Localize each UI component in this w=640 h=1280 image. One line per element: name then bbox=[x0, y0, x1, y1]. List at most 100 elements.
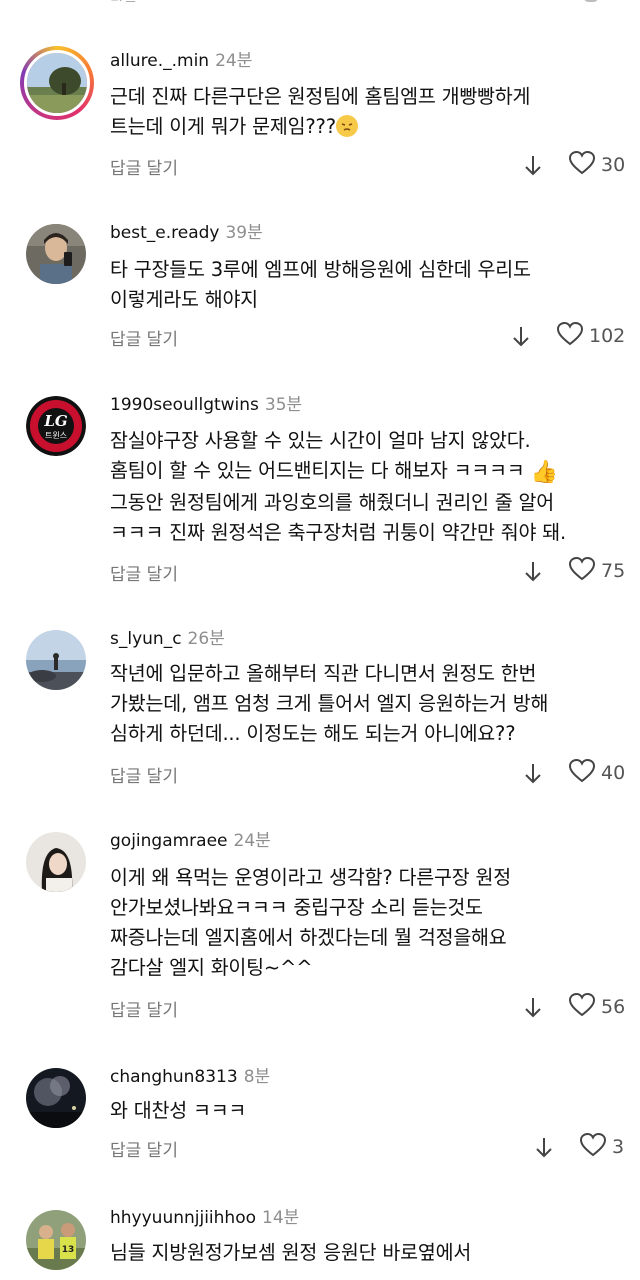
arrow-down-icon[interactable] bbox=[534, 1136, 554, 1160]
like-button[interactable]: 30 bbox=[568, 150, 626, 180]
comment-header: changhun8313 8분 bbox=[110, 1066, 270, 1088]
arrow-down-icon[interactable] bbox=[523, 154, 543, 178]
comment-line: 가봤는데, 앰프 엄청 크게 틀어서 엘지 응원하는거 방해 bbox=[110, 692, 549, 715]
timestamp: 14분 bbox=[262, 1208, 300, 1228]
like-button[interactable]: 40 bbox=[568, 758, 626, 788]
arrow-down-icon[interactable] bbox=[523, 996, 543, 1020]
like-button[interactable]: 75 bbox=[568, 556, 626, 586]
username[interactable]: changhun8313 bbox=[110, 1067, 238, 1087]
reply-button[interactable]: 답글 달기 bbox=[110, 1136, 178, 1161]
svg-text:13: 13 bbox=[62, 1245, 75, 1255]
timestamp: 8분 bbox=[243, 1067, 271, 1087]
comment-line-text: 트는데 이게 뭐가 문제임??? bbox=[110, 115, 336, 138]
comment-actions: 답글 달기 30 bbox=[110, 150, 630, 180]
comment-header: allure._.min 24분 bbox=[110, 50, 252, 72]
comment-text: 이게 왜 욕먹는 운영이라고 생각함? 다른구장 원정 안가보셨나봐요ㅋㅋㅋ 중… bbox=[110, 863, 630, 983]
timestamp: 24분 bbox=[215, 51, 253, 71]
username[interactable]: s_lyun_c bbox=[110, 629, 182, 649]
comment-line: 이렇게라도 해야지 bbox=[110, 288, 258, 311]
avatar[interactable]: LG 트윈스 bbox=[26, 396, 86, 456]
lg-twins-logo: LG 트윈스 bbox=[26, 396, 86, 456]
comment-header: hhyyuunnjjiihhoo 14분 bbox=[110, 1207, 299, 1229]
comment-header: best_e.ready 39분 bbox=[110, 222, 263, 244]
comment-line: 님들 지방원정가보셈 원정 응원단 바로옆에서 bbox=[110, 1241, 472, 1264]
seaside-photo bbox=[26, 630, 86, 690]
comment-line: 심하게 하던데... 이정도는 해도 되는거 아니에요?? bbox=[110, 722, 516, 745]
arrow-down-icon[interactable] bbox=[523, 560, 543, 584]
like-count: 75 bbox=[601, 560, 626, 582]
heart-icon bbox=[568, 992, 596, 1022]
username[interactable]: 1990seoullgtwins bbox=[110, 395, 259, 415]
heart-icon bbox=[579, 1132, 607, 1162]
comment-actions: 답글 달기 40 bbox=[110, 758, 630, 788]
username[interactable]: gojingamraee bbox=[110, 831, 228, 851]
baseball-kids-photo: 13 bbox=[26, 1210, 86, 1270]
arrow-down-icon[interactable] bbox=[523, 762, 543, 786]
like-count: 102 bbox=[589, 325, 626, 347]
like-button[interactable]: 102 bbox=[556, 321, 626, 351]
comment-header: gojingamraee 24분 bbox=[110, 830, 271, 852]
comment-line: 이게 왜 욕먹는 운영이라고 생각함? 다른구장 원정 bbox=[110, 866, 511, 889]
like-count: 30 bbox=[601, 154, 626, 176]
avatar[interactable] bbox=[20, 46, 94, 120]
comment-actions: 답글 달기 102 bbox=[110, 321, 630, 351]
previous-comment-remnant: 답글 달기 bbox=[0, 0, 640, 10]
like-button[interactable]: 3 bbox=[579, 1132, 625, 1162]
comment-text: 근데 진짜 다른구단은 원정팀에 홈팀엠프 개빵빵하게 트는데 이게 뭐가 문제… bbox=[110, 82, 630, 142]
avatar[interactable] bbox=[26, 224, 86, 284]
comment-line: ㅋㅋㅋ 진짜 원정석은 축구장처럼 귀퉁이 약간만 줘야 돼. bbox=[110, 521, 567, 544]
timestamp: 35분 bbox=[264, 395, 303, 415]
like-button[interactable]: 56 bbox=[568, 992, 626, 1022]
comment-actions: 답글 달기 3 bbox=[110, 1132, 630, 1162]
girl-portrait-photo bbox=[26, 832, 86, 892]
person-selfie-photo bbox=[26, 224, 86, 284]
thumbs-up-icon: 👍 bbox=[530, 460, 558, 485]
comment-line: 홈팀이 할 수 있는 어드밴티지는 다 해보자 ㅋㅋㅋㅋ 👍 bbox=[110, 456, 630, 488]
avatar[interactable]: 13 bbox=[26, 1210, 86, 1270]
reply-button[interactable]: 답글 달기 bbox=[110, 325, 178, 350]
reply-button[interactable]: 답글 달기 bbox=[110, 762, 178, 787]
timestamp: 39분 bbox=[225, 223, 263, 243]
comment-text: 타 구장들도 3루에 엠프에 방해응원에 심한데 우리도 이렇게라도 해야지 bbox=[110, 255, 630, 315]
comment-actions: 답글 달기 56 bbox=[110, 992, 630, 1022]
avatar[interactable] bbox=[26, 630, 86, 690]
username[interactable]: hhyyuunnjjiihhoo bbox=[110, 1208, 256, 1228]
username[interactable]: best_e.ready bbox=[110, 223, 219, 243]
night-blossom-photo bbox=[26, 1068, 86, 1128]
comment-line: 근데 진짜 다른구단은 원정팀에 홈팀엠프 개빵빵하게 bbox=[110, 85, 531, 108]
like-count: 56 bbox=[601, 996, 626, 1018]
timestamp: 24분 bbox=[233, 831, 271, 851]
comment-actions: 답글 달기 75 bbox=[110, 556, 630, 586]
comment-line: 감다살 엘지 화이팅~^^ bbox=[110, 956, 313, 979]
comment-text: 와 대찬성 ㅋㅋㅋ bbox=[110, 1096, 630, 1126]
avatar[interactable] bbox=[26, 832, 86, 892]
heart-icon bbox=[568, 150, 596, 180]
svg-text:LG: LG bbox=[43, 412, 68, 430]
comment-line-text: 홈팀이 할 수 있는 어드밴티지는 다 해보자 ㅋㅋㅋㅋ bbox=[110, 459, 525, 482]
reply-button[interactable]: 답글 달기 bbox=[110, 996, 178, 1021]
landscape-tree-photo bbox=[27, 53, 87, 113]
comment-text: 님들 지방원정가보셈 원정 응원단 바로옆에서 bbox=[110, 1238, 630, 1268]
username[interactable]: allure._.min bbox=[110, 51, 209, 71]
arrow-down-icon[interactable] bbox=[511, 325, 531, 349]
heart-icon[interactable] bbox=[583, 0, 599, 2]
heart-icon bbox=[568, 758, 596, 788]
reply-button[interactable]: 답글 달기 bbox=[110, 560, 178, 585]
like-count: 40 bbox=[601, 762, 626, 784]
comment-line: 트는데 이게 뭐가 문제임??? bbox=[110, 112, 630, 142]
heart-icon bbox=[556, 321, 584, 351]
reply-button[interactable]: 답글 달기 bbox=[110, 0, 146, 2]
reply-button[interactable]: 답글 달기 bbox=[110, 154, 178, 179]
like-count: 3 bbox=[612, 1136, 625, 1158]
comment-text: 잠실야구장 사용할 수 있는 시간이 얼마 남지 않았다. 홈팀이 할 수 있는… bbox=[110, 426, 630, 548]
svg-text:트윈스: 트윈스 bbox=[45, 431, 67, 440]
comment-header: 1990seoullgtwins 35분 bbox=[110, 394, 302, 416]
heart-icon bbox=[568, 556, 596, 586]
timestamp: 26분 bbox=[187, 629, 225, 649]
comment-line: 타 구장들도 3루에 엠프에 방해응원에 심한데 우리도 bbox=[110, 258, 531, 281]
comment-line: 잠실야구장 사용할 수 있는 시간이 얼마 남지 않았다. bbox=[110, 429, 531, 452]
comment-line: 그동안 원정팀에게 과잉호의를 해줬더니 권리인 줄 알어 bbox=[110, 491, 555, 514]
avatar[interactable] bbox=[26, 1068, 86, 1128]
comment-line: 작년에 입문하고 올해부터 직관 다니면서 원정도 한번 bbox=[110, 662, 537, 685]
comment-line: 짜증나는데 엘지홈에서 하겠다는데 뭘 걱정을해요 bbox=[110, 926, 507, 949]
